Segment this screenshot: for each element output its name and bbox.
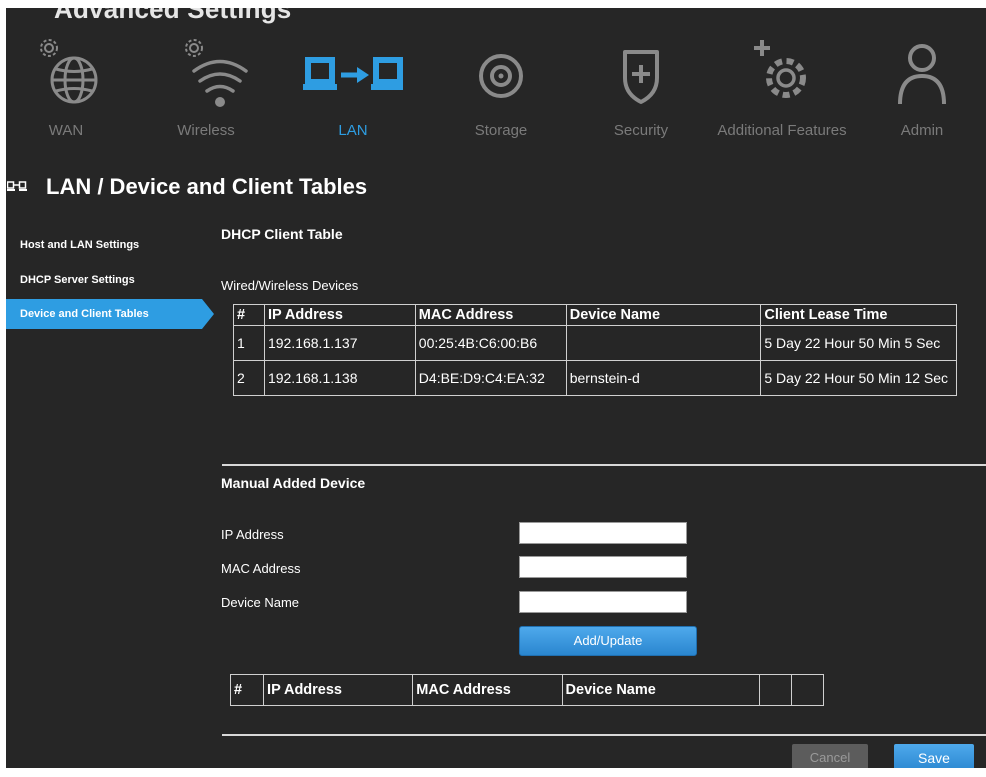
table-cell: 192.168.1.137 bbox=[263, 325, 416, 361]
nav-label: Storage bbox=[474, 122, 528, 139]
col-header: MAC Address bbox=[412, 674, 563, 706]
sidebar-item-device-client-tables[interactable]: Device and Client Tables bbox=[6, 299, 214, 329]
nav-label: Admin bbox=[900, 122, 944, 139]
table-cell bbox=[565, 325, 762, 361]
nav-admin[interactable]: Admin bbox=[872, 8, 972, 148]
nav-label: Security bbox=[613, 122, 669, 139]
gear-plus-icon bbox=[754, 40, 806, 98]
table-cell: D4:BE:D9:C4:EA:32 bbox=[414, 360, 567, 396]
nav-lan[interactable]: LAN bbox=[303, 8, 403, 148]
col-header: Device Name bbox=[565, 304, 762, 326]
col-header: MAC Address bbox=[414, 304, 567, 326]
manual-section-title: Manual Added Device bbox=[221, 475, 366, 491]
wifi-gear-icon bbox=[185, 39, 248, 107]
table-cell: 5 Day 22 Hour 50 Min 12 Sec bbox=[760, 360, 957, 396]
cancel-button[interactable]: Cancel bbox=[792, 744, 868, 768]
table-cell: 192.168.1.138 bbox=[263, 360, 416, 396]
nav-wan[interactable]: WAN bbox=[16, 8, 116, 148]
lan-small-icon bbox=[7, 181, 27, 191]
nav-label: LAN bbox=[338, 122, 368, 139]
mac-address-input[interactable] bbox=[519, 556, 687, 578]
shield-plus-icon bbox=[623, 50, 659, 104]
col-header: # bbox=[233, 304, 265, 326]
nav-label: Wireless bbox=[177, 122, 235, 139]
nav-wireless[interactable]: Wireless bbox=[156, 8, 256, 148]
table-cell: 5 Day 22 Hour 50 Min 5 Sec bbox=[760, 325, 957, 361]
nav-label: WAN bbox=[48, 122, 84, 139]
user-icon bbox=[898, 44, 946, 105]
table-cell: 2 bbox=[233, 360, 265, 396]
col-header bbox=[758, 674, 792, 706]
col-header: IP Address bbox=[263, 304, 416, 326]
table-cell: 1 bbox=[233, 325, 265, 361]
globe-gear-icon bbox=[40, 39, 98, 104]
nav-storage[interactable]: Storage bbox=[451, 8, 551, 148]
nav-security[interactable]: Security bbox=[591, 8, 691, 148]
dhcp-client-table: # IP Address MAC Address Device Name Cli… bbox=[233, 304, 957, 396]
sidebar-item-dhcp-server-settings[interactable]: DHCP Server Settings bbox=[6, 265, 202, 295]
table-cell: bernstein-d bbox=[565, 360, 762, 396]
col-header: IP Address bbox=[263, 674, 414, 706]
sidebar-item-host-lan-settings[interactable]: Host and LAN Settings bbox=[6, 230, 202, 260]
divider bbox=[222, 734, 986, 736]
table-cell: 00:25:4B:C6:00:B6 bbox=[414, 325, 567, 361]
col-header: Device Name bbox=[561, 674, 760, 706]
ip-address-input[interactable] bbox=[519, 522, 687, 544]
table-row: 2 192.168.1.138 D4:BE:D9:C4:EA:32 bernst… bbox=[233, 360, 957, 396]
add-update-button[interactable]: Add/Update bbox=[519, 626, 697, 656]
col-header bbox=[790, 674, 825, 706]
nav-label: Additional Features bbox=[717, 122, 847, 139]
col-header: # bbox=[229, 674, 265, 706]
divider bbox=[222, 464, 986, 466]
disk-icon bbox=[479, 54, 523, 98]
app-window: Advanced Settings WAN Wireless LAN Stora… bbox=[6, 8, 986, 768]
mac-address-label: MAC Address bbox=[221, 561, 301, 576]
ip-address-label: IP Address bbox=[221, 527, 284, 542]
save-button[interactable]: Save bbox=[894, 744, 974, 768]
table-row: 1 192.168.1.137 00:25:4B:C6:00:B6 5 Day … bbox=[233, 325, 957, 361]
col-header: Client Lease Time bbox=[760, 304, 957, 326]
manual-device-table: # IP Address MAC Address Device Name bbox=[229, 674, 825, 706]
device-name-input[interactable] bbox=[519, 591, 687, 613]
table-header-row: # IP Address MAC Address Device Name Cli… bbox=[233, 304, 957, 326]
page-title: LAN / Device and Client Tables bbox=[46, 174, 368, 199]
page-header: LAN / Device and Client Tables bbox=[6, 174, 986, 202]
nav-additional-features[interactable]: Additional Features bbox=[717, 8, 847, 148]
table-header-row: # IP Address MAC Address Device Name bbox=[229, 674, 825, 706]
dhcp-section-title: DHCP Client Table bbox=[221, 226, 343, 242]
device-name-label: Device Name bbox=[221, 595, 300, 610]
wired-wireless-label: Wired/Wireless Devices bbox=[221, 278, 359, 293]
lan-icon bbox=[303, 57, 403, 90]
